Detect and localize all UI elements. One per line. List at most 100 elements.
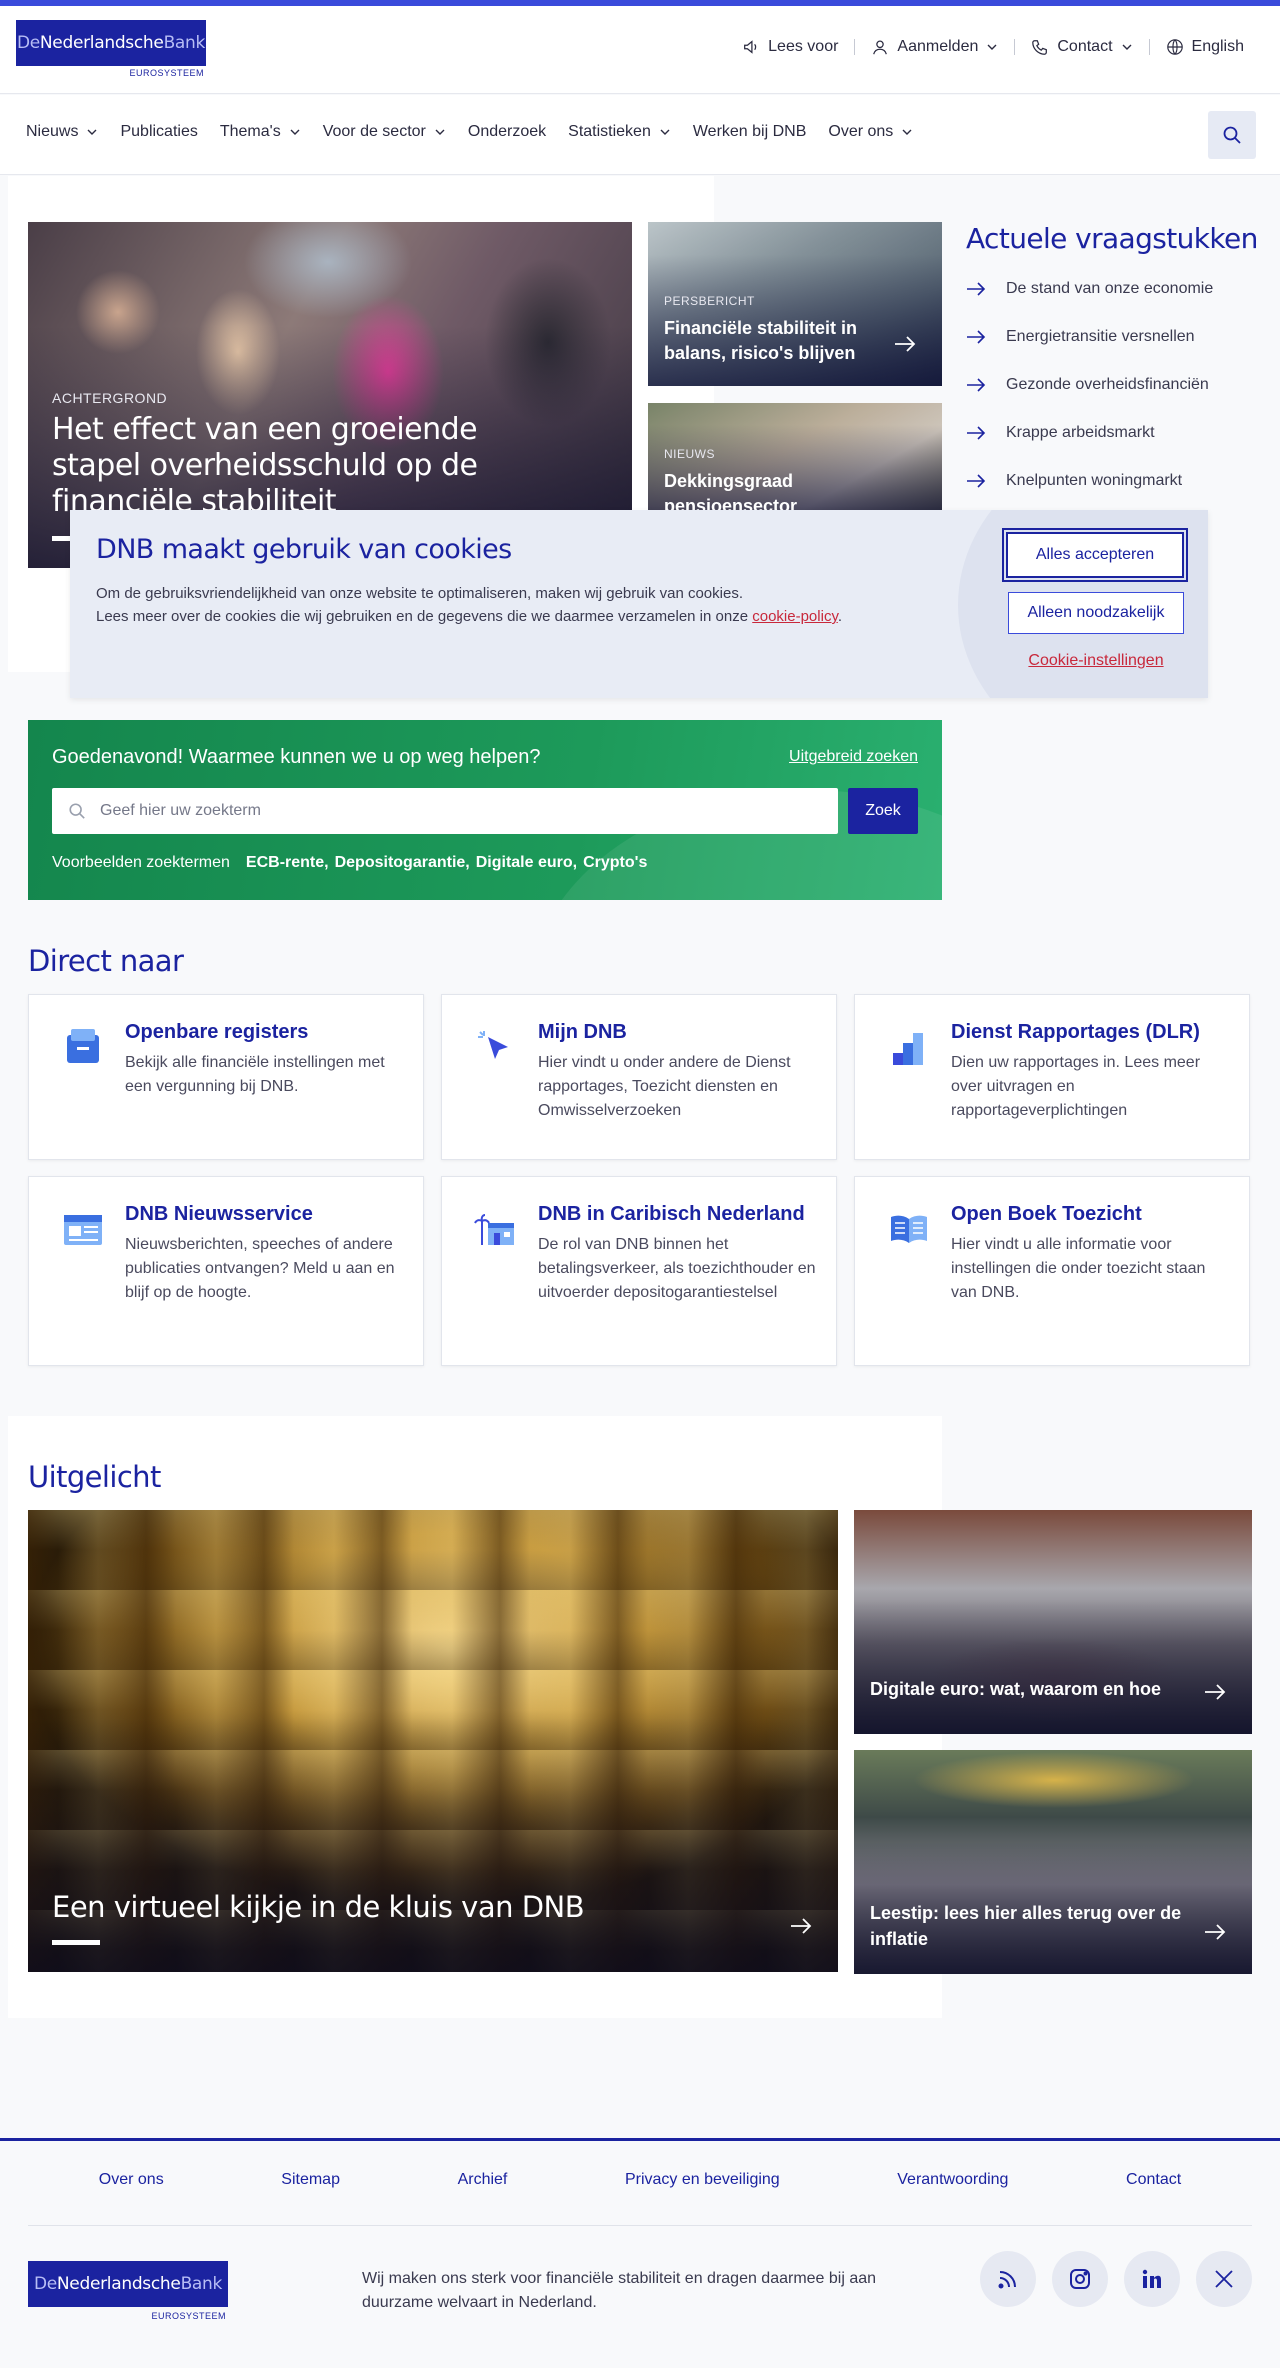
globe-icon: [1166, 39, 1183, 55]
read-aloud-label: Lees voor: [768, 38, 839, 55]
arrow-right-icon: [967, 282, 986, 296]
cookie-line-1: Om de gebruiksvriendelijkheid van onze w…: [96, 585, 743, 602]
rss-link[interactable]: [980, 2251, 1036, 2307]
language-label: English: [1191, 38, 1244, 55]
footer-link[interactable]: Verantwoording: [897, 2171, 1008, 2189]
x-link[interactable]: [1196, 2251, 1252, 2307]
example-term[interactable]: Depositogarantie,: [335, 854, 470, 872]
footer-link[interactable]: Privacy en beveiliging: [625, 2171, 780, 2189]
article-kicker: ACHTERGROND: [52, 390, 168, 406]
cursor-click-icon: [478, 1031, 508, 1059]
teaser-title: Financiële stabiliteit in balans, risico…: [664, 318, 858, 363]
search-input[interactable]: Geef hier uw zoekterm: [52, 788, 838, 834]
contact-link[interactable]: Contact: [1015, 38, 1148, 56]
issue-link[interactable]: Gezonde overheidsfinanciën: [966, 361, 1266, 409]
quicklink-card[interactable]: Dienst Rapportages (DLR) Dien uw rapport…: [854, 994, 1250, 1160]
footer-link[interactable]: Sitemap: [281, 2171, 340, 2189]
accept-all-button[interactable]: Alles accepteren: [1002, 528, 1188, 582]
cookie-settings-link[interactable]: Cookie-instellingen: [1008, 652, 1184, 670]
open-book-icon: [891, 1215, 927, 1243]
footer-link[interactable]: Archief: [458, 2171, 508, 2189]
login-link[interactable]: Aanmelden: [855, 38, 1014, 56]
issue-link[interactable]: Krappe arbeidsmarkt: [966, 409, 1266, 457]
arrow-right-icon: [1205, 1924, 1226, 1940]
teaser-title: Dekkingsgraad pensioensector: [664, 471, 798, 513]
nav-item-werken-bij-dnb[interactable]: Werken bij DNB: [693, 123, 807, 141]
language-switch[interactable]: English: [1150, 38, 1260, 56]
chevron-down-icon: [660, 129, 670, 135]
speaker-icon: [744, 40, 757, 54]
card-title: DNB Nieuwsservice: [125, 1203, 313, 1225]
quicklink-card[interactable]: Openbare registers Bekijk alle financiël…: [28, 994, 424, 1160]
search-toggle-button[interactable]: [1208, 111, 1256, 159]
logo-subtitle: EUROSYSTEEM: [129, 68, 204, 78]
nav-item-statistieken[interactable]: Statistieken: [568, 123, 671, 141]
arrow-right-icon: [967, 378, 986, 392]
featured-side-title: Leestip: lees hier alles terug over de i…: [870, 1903, 1182, 1949]
nav-label: Thema's: [219, 123, 281, 140]
nav-item-nieuws[interactable]: Nieuws: [26, 123, 98, 141]
issue-label: Energietransitie versnellen: [1006, 328, 1195, 345]
nav-item-themas[interactable]: Thema's: [220, 123, 301, 141]
card-description: Dien uw rapportages in. Lees meer over u…: [951, 1054, 1201, 1119]
quicklink-card[interactable]: DNB Nieuwsservice Nieuwsberichten, speec…: [28, 1176, 424, 1366]
x-icon: [1215, 2270, 1233, 2288]
search-icon: [1223, 126, 1241, 144]
chevron-down-icon: [87, 129, 97, 135]
featured-article[interactable]: Een virtueel kijkje in de kluis van DNB: [28, 1510, 838, 1972]
example-term[interactable]: Crypto's: [583, 854, 647, 872]
accent-bar: [52, 1940, 100, 1945]
footer-mission-text: Wij maken ons sterk voor financiële stab…: [362, 2270, 877, 2311]
main-navigation: Nieuws Publicaties Thema's Voor de secto…: [0, 95, 1280, 175]
chevron-down-icon: [902, 129, 912, 135]
nav-item-onderzoek[interactable]: Onderzoek: [468, 123, 546, 141]
quicklink-card[interactable]: Mijn DNB Hier vindt u onder andere de Di…: [441, 994, 837, 1160]
divider: [28, 2225, 1252, 2226]
issue-link[interactable]: Energietransitie versnellen: [966, 313, 1266, 361]
linkedin-link[interactable]: [1124, 2251, 1180, 2307]
footer-link[interactable]: Over ons: [99, 2171, 164, 2189]
logo-subtitle: EUROSYSTEEM: [151, 2311, 226, 2321]
instagram-link[interactable]: [1052, 2251, 1108, 2307]
card-description: De rol van DNB binnen het betalingsverke…: [538, 1236, 816, 1301]
featured-side-title: Digitale euro: wat, waarom en hoe: [870, 1679, 1162, 1699]
nav-item-publicaties[interactable]: Publicaties: [120, 123, 197, 141]
nav-label: Over ons: [828, 123, 894, 140]
hero-title: Het effect van een groeiende stapel over…: [52, 412, 478, 519]
necessary-only-button[interactable]: Alleen noodzakelijk: [1008, 592, 1184, 634]
featured-side-article[interactable]: Leestip: lees hier alles terug over de i…: [854, 1750, 1252, 1974]
search-submit-button[interactable]: Zoek: [848, 788, 918, 834]
chevron-down-icon: [290, 129, 300, 135]
quicklink-card[interactable]: Open Boek Toezicht Hier vindt u alle inf…: [854, 1176, 1250, 1366]
cookie-banner: DNB maakt gebruik van cookies Om de gebr…: [70, 510, 1208, 698]
issue-link[interactable]: De stand van onze economie: [966, 265, 1266, 313]
teaser-article[interactable]: NIEUWS Dekkingsgraad pensioensector: [648, 403, 942, 513]
teaser-article[interactable]: PERSBERICHT Financiële stabiliteit in ba…: [648, 222, 942, 386]
arrow-right-icon: [895, 336, 916, 352]
footer-link[interactable]: Contact: [1126, 2171, 1181, 2189]
utility-header: DeNederlandscheBank EUROSYSTEEM Lees voo…: [0, 6, 1280, 94]
issue-link[interactable]: Knelpunten woningmarkt: [966, 457, 1266, 505]
example-term[interactable]: ECB-rente,: [246, 854, 329, 872]
footer-logo[interactable]: DeNederlandscheBank EUROSYSTEEM: [28, 2261, 228, 2321]
nav-item-over-ons[interactable]: Over ons: [828, 123, 913, 141]
card-title: Mijn DNB: [538, 1021, 627, 1043]
quicklink-card[interactable]: DNB in Caribisch Nederland De rol van DN…: [441, 1176, 837, 1366]
cookie-policy-link[interactable]: cookie-policy: [752, 608, 838, 625]
card-title: Openbare registers: [125, 1021, 309, 1043]
arrow-right-icon: [967, 474, 986, 488]
nav-item-voor-de-sector[interactable]: Voor de sector: [323, 123, 446, 141]
search-placeholder: Geef hier uw zoekterm: [100, 802, 261, 819]
advanced-search-link[interactable]: Uitgebreid zoeken: [789, 748, 918, 766]
direct-heading: Direct naar: [28, 944, 184, 978]
dnb-logo[interactable]: DeNederlandscheBank EUROSYSTEEM: [16, 20, 206, 78]
nav-items: Nieuws Publicaties Thema's Voor de secto…: [26, 123, 913, 141]
search-greeting: Goedenavond! Waarmee kunnen we u op weg …: [52, 746, 541, 768]
arrow-right-icon: [1205, 1684, 1226, 1700]
nav-label: Publicaties: [120, 123, 198, 140]
featured-side-article[interactable]: Digitale euro: wat, waarom en hoe: [854, 1510, 1252, 1734]
read-aloud-link[interactable]: Lees voor: [726, 38, 854, 56]
issue-label: De stand van onze economie: [1006, 280, 1214, 297]
phone-icon: [1032, 40, 1048, 55]
example-term[interactable]: Digitale euro,: [476, 854, 577, 872]
